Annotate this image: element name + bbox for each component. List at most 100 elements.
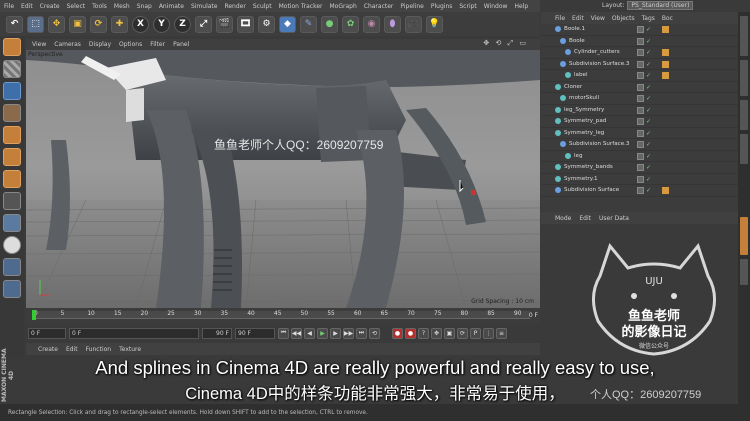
menu-file[interactable]: File bbox=[4, 3, 14, 10]
model-mode-icon[interactable] bbox=[3, 104, 21, 122]
scale-tool-icon[interactable]: ▣ bbox=[69, 15, 86, 33]
axis-z-button[interactable]: Z bbox=[174, 15, 191, 33]
object-tree-row[interactable]: leg ✓ bbox=[541, 151, 738, 162]
record-icon[interactable]: ● bbox=[392, 327, 403, 339]
undo-icon[interactable]: ↶ bbox=[6, 15, 23, 33]
camera-icon[interactable]: 🎥 bbox=[405, 15, 422, 33]
object-tree-row[interactable]: Symmetry_pad ✓ bbox=[541, 116, 738, 128]
visibility-toggle[interactable] bbox=[637, 141, 644, 148]
enabled-check-icon[interactable]: ✓ bbox=[646, 61, 651, 68]
object-tree-row[interactable]: leg_Symmetry ✓ bbox=[541, 105, 738, 116]
menu-select[interactable]: Select bbox=[67, 3, 86, 10]
position-key-icon[interactable]: ✥ bbox=[431, 327, 442, 339]
menu-sculpt[interactable]: Sculpt bbox=[253, 3, 272, 10]
object-tree-row[interactable]: Boole.1 ✓ bbox=[541, 24, 738, 36]
object-tree-row[interactable]: Symmetry_bands ✓ bbox=[541, 162, 738, 174]
axis-x-button[interactable]: X bbox=[132, 15, 149, 33]
enabled-check-icon[interactable]: ✓ bbox=[646, 130, 651, 137]
polygons-mode-icon[interactable] bbox=[3, 170, 21, 188]
make-editable-icon[interactable] bbox=[3, 38, 21, 56]
start-frame-field[interactable]: 0 F bbox=[28, 327, 66, 339]
preview-end-field[interactable]: 90 F bbox=[235, 327, 275, 339]
enabled-check-icon[interactable]: ✓ bbox=[646, 153, 651, 160]
menu-edit[interactable]: Edit bbox=[21, 3, 33, 10]
coordinate-system-icon[interactable]: ⤢ bbox=[195, 15, 212, 33]
menu-tools[interactable]: Tools bbox=[92, 3, 107, 10]
material-tag-icon[interactable] bbox=[662, 72, 669, 79]
end-frame-field[interactable]: 90 F bbox=[202, 327, 232, 339]
tweak-mode-icon[interactable] bbox=[3, 214, 21, 232]
cube-primitive-icon[interactable]: ◆ bbox=[279, 15, 296, 33]
playhead[interactable] bbox=[32, 310, 36, 320]
timeline-track[interactable]: 051015202530354045505560657075808590 bbox=[34, 311, 530, 319]
enabled-check-icon[interactable]: ✓ bbox=[646, 164, 651, 171]
rotate-tool-icon[interactable]: ⟳ bbox=[90, 15, 107, 33]
object-tree-row[interactable]: Cloner ✓ bbox=[541, 82, 738, 93]
menu-help[interactable]: Help bbox=[514, 3, 528, 10]
enabled-check-icon[interactable]: ✓ bbox=[646, 72, 651, 79]
material-menu-edit[interactable]: Edit bbox=[66, 346, 78, 353]
menu-render[interactable]: Render bbox=[224, 3, 245, 10]
menu-animate[interactable]: Animate bbox=[159, 3, 184, 10]
menu-mesh[interactable]: Mesh bbox=[114, 3, 130, 10]
menu-create[interactable]: Create bbox=[40, 3, 60, 10]
enabled-check-icon[interactable]: ✓ bbox=[646, 49, 651, 56]
visibility-toggle[interactable] bbox=[637, 60, 644, 68]
material-tag-icon[interactable] bbox=[662, 60, 669, 68]
object-tree-row[interactable]: Subdivision Surface.3 ✓ bbox=[541, 59, 738, 70]
menu-character[interactable]: Character bbox=[364, 3, 394, 10]
enabled-check-icon[interactable]: ✓ bbox=[646, 26, 651, 33]
visibility-toggle[interactable] bbox=[637, 152, 644, 160]
viewport-menu-filter[interactable]: Filter bbox=[150, 41, 165, 48]
tab-objects[interactable] bbox=[740, 16, 748, 56]
parameter-key-icon[interactable]: P bbox=[470, 327, 481, 339]
object-tree-row[interactable]: Boole ✓ bbox=[541, 36, 738, 47]
timeline-window-icon[interactable]: ≡ bbox=[496, 327, 507, 339]
loop-icon[interactable]: ⟲ bbox=[369, 327, 380, 339]
goto-start-icon[interactable]: ⏮ bbox=[278, 327, 289, 339]
rotation-key-icon[interactable]: ⟳ bbox=[457, 327, 468, 339]
material-tag-icon[interactable] bbox=[662, 49, 669, 56]
object-tree-row[interactable]: Cylinder_cutters ✓ bbox=[541, 47, 738, 59]
light-icon[interactable]: 💡 bbox=[426, 15, 443, 33]
visibility-toggle[interactable] bbox=[637, 37, 644, 45]
workplane-icon[interactable] bbox=[3, 258, 21, 276]
timeline[interactable]: 051015202530354045505560657075808590 0 F bbox=[26, 308, 540, 324]
object-tree-row[interactable]: label ✓ bbox=[541, 70, 738, 82]
lock-workplane-icon[interactable] bbox=[3, 280, 21, 298]
tab-layer-manager[interactable] bbox=[740, 259, 748, 285]
layout-selector[interactable]: Layout: PS_Standard (User) bbox=[602, 1, 694, 10]
next-key-icon[interactable]: ▶▶ bbox=[343, 327, 354, 339]
deformer-icon[interactable]: ◉ bbox=[363, 15, 380, 33]
object-tree-row[interactable]: motorSkull ✓ bbox=[541, 93, 738, 105]
om-menu-objects[interactable]: Objects bbox=[612, 15, 635, 22]
enabled-check-icon[interactable]: ✓ bbox=[646, 187, 651, 194]
object-tree-row[interactable]: Symmetry_leg ✓ bbox=[541, 128, 738, 139]
enabled-check-icon[interactable]: ✓ bbox=[646, 95, 651, 102]
attr-menu-userdata[interactable]: User Data bbox=[599, 215, 629, 222]
om-menu-tags[interactable]: Tags bbox=[642, 15, 655, 22]
viewport-menu-view[interactable]: View bbox=[32, 41, 46, 48]
om-menu-file[interactable]: File bbox=[555, 15, 565, 22]
viewport-menu-panel[interactable]: Panel bbox=[173, 41, 189, 48]
visibility-toggle[interactable] bbox=[637, 83, 644, 91]
goto-end-icon[interactable]: ⏭ bbox=[356, 327, 367, 339]
tab-structure[interactable] bbox=[740, 100, 748, 130]
object-tree-row[interactable]: Subdivision Surface.3 ✓ bbox=[541, 139, 738, 151]
autokey-icon[interactable]: ● bbox=[405, 327, 416, 339]
menu-snap[interactable]: Snap bbox=[137, 3, 152, 10]
visibility-toggle[interactable] bbox=[637, 129, 644, 137]
viewport-menu-cameras[interactable]: Cameras bbox=[54, 41, 81, 48]
move-tool-icon[interactable]: ✥ bbox=[48, 15, 65, 33]
enabled-check-icon[interactable]: ✓ bbox=[646, 141, 651, 148]
enabled-check-icon[interactable]: ✓ bbox=[646, 176, 651, 183]
viewport-perspective[interactable]: Perspective Grid Spacing : 10 cm bbox=[26, 50, 540, 308]
visibility-toggle[interactable] bbox=[637, 106, 644, 114]
menu-script[interactable]: Script bbox=[459, 3, 476, 10]
material-tag-icon[interactable] bbox=[662, 187, 669, 194]
visibility-toggle[interactable] bbox=[637, 49, 644, 56]
menu-plugins[interactable]: Plugins bbox=[431, 3, 453, 10]
axis-mode-icon[interactable] bbox=[3, 192, 21, 210]
visibility-toggle[interactable] bbox=[637, 164, 644, 171]
viewport-menu-display[interactable]: Display bbox=[89, 41, 111, 48]
